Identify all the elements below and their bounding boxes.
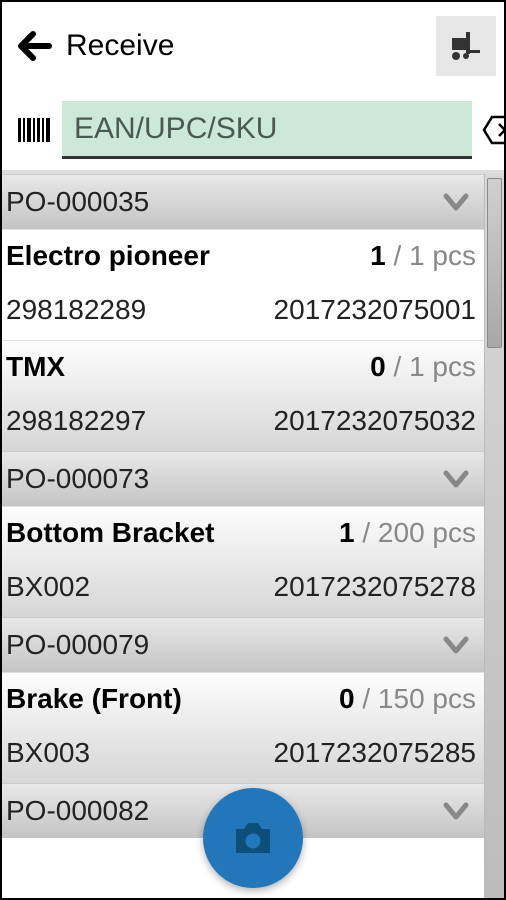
po-number: PO-000035 [6,186,149,218]
item-qty: 1 / 200 pcs [339,517,476,549]
item-name: Electro pioneer [6,240,210,272]
clear-input-button[interactable] [482,108,506,152]
item-barcode: 2017232075285 [274,737,476,769]
search-bar [2,90,504,170]
scrollbar-thumb[interactable] [487,178,502,348]
po-number: PO-000079 [6,629,149,661]
item-sku: BX003 [6,737,90,769]
item-sku: 298182289 [6,294,146,326]
back-arrow-icon [15,26,55,66]
item-name: Bottom Bracket [6,517,214,549]
backspace-icon [482,115,506,145]
camera-icon [226,811,280,865]
list-item[interactable]: Bottom Bracket 1 / 200 pcs BX002 2017232… [2,506,484,617]
scrollbar[interactable] [484,174,504,898]
item-barcode: 2017232075278 [274,571,476,603]
item-qty: 1 / 1 pcs [370,240,476,272]
app-header: Receive [2,2,504,90]
list-item[interactable]: Electro pioneer 1 / 1 pcs 298182289 2017… [2,229,484,340]
po-number: PO-000082 [6,795,149,827]
forklift-button[interactable] [436,16,496,76]
item-name: TMX [6,351,65,383]
chevron-down-icon [440,186,472,218]
chevron-down-icon [440,463,472,495]
forklift-icon [448,28,484,64]
item-sku: 298182297 [6,405,146,437]
item-sku: BX002 [6,571,90,603]
item-name: Brake (Front) [6,683,182,715]
camera-fab[interactable] [203,788,303,888]
item-qty: 0 / 150 pcs [339,683,476,715]
po-header[interactable]: PO-000073 [2,451,484,506]
po-header[interactable]: PO-000079 [2,617,484,672]
list-item[interactable]: TMX 0 / 1 pcs 298182297 2017232075032 [2,340,484,451]
search-input[interactable] [62,101,472,159]
item-qty: 0 / 1 pcs [370,351,476,383]
back-button[interactable] [10,21,60,71]
page-title: Receive [66,29,436,63]
list-item[interactable]: Brake (Front) 0 / 150 pcs BX003 20172320… [2,672,484,783]
item-barcode: 2017232075032 [274,405,476,437]
chevron-down-icon [440,795,472,827]
barcode-icon [16,112,52,148]
po-header[interactable]: PO-000035 [2,174,484,229]
chevron-down-icon [440,629,472,661]
item-barcode: 2017232075001 [274,294,476,326]
po-number: PO-000073 [6,463,149,495]
